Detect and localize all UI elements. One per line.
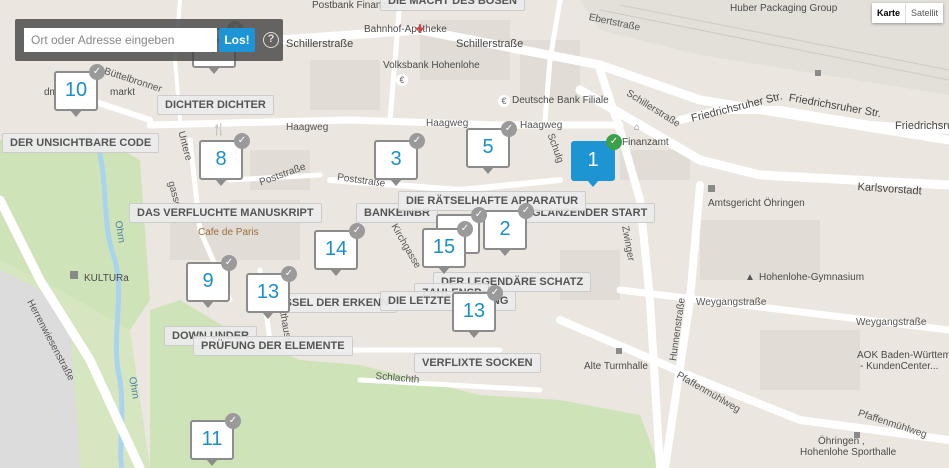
marker-label: 5 — [482, 136, 494, 158]
check-icon: ✓ — [409, 133, 425, 149]
check-icon: ✓ — [221, 255, 237, 271]
marker-label: 10 — [64, 79, 88, 101]
street-schiller: Schillerstraße — [456, 38, 524, 50]
street-haagweg: Haagweg — [426, 118, 469, 129]
marker-13b[interactable]: 13 ✓ — [452, 285, 503, 338]
map-type-karte[interactable]: Karte — [872, 3, 905, 23]
check-icon: ✓ — [457, 221, 473, 237]
street-weygang: Weygangstraße — [856, 317, 927, 328]
marker-3[interactable]: 3 ✓ — [374, 133, 425, 186]
check-icon: ✓ — [281, 266, 297, 282]
check-icon: ✓ — [518, 203, 534, 219]
bank-icon: € — [396, 74, 408, 86]
search-button[interactable]: Los! — [219, 28, 255, 52]
school-icon: ▲ — [745, 272, 755, 283]
marker-label: 3 — [390, 148, 402, 170]
marker-label: 11 — [201, 428, 223, 450]
marker-label: 13 — [462, 300, 486, 322]
marker-14[interactable]: 14 ✓ — [314, 223, 365, 276]
place-gymnasium: Hohenlohe-Gymnasium — [759, 272, 865, 283]
apotheke-icon: ✚ — [415, 22, 426, 36]
marker-label: 15 — [432, 236, 456, 258]
marker-13a[interactable]: 13 ✓ — [246, 266, 297, 319]
place-aok2: - KundenCenter... — [860, 361, 939, 372]
bank-icon: € — [498, 95, 510, 107]
marker-11[interactable]: 11 ✓ — [190, 413, 241, 466]
check-icon: ✓ — [606, 134, 622, 150]
building-icon: ⌂ — [634, 122, 641, 133]
place-finanzamt: Finanzamt — [622, 137, 669, 148]
marker-label: 2 — [499, 218, 511, 240]
caption-elemente[interactable]: PRÜFUNG DER ELEMENTE — [193, 336, 353, 356]
caption-socken[interactable]: VERFLIXTE SOCKEN — [414, 353, 541, 373]
marker-label: 1 — [587, 149, 599, 171]
caption-manuskript[interactable]: DAS VERFLUCHTE MANUSKRIPT — [129, 203, 322, 223]
place-deutsche-bank: Deutsche Bank Filiale — [512, 95, 609, 106]
street-schiller: Schillerstraße — [286, 38, 354, 50]
check-icon: ✓ — [349, 223, 365, 239]
marker-15[interactable]: 15 ✓ — [422, 221, 473, 274]
marker-5[interactable]: 5 ✓ — [466, 121, 517, 174]
marker-8[interactable]: 8 ✓ — [199, 133, 250, 186]
check-icon: ✓ — [501, 121, 517, 137]
place-volksbank: Volksbank Hohenlohe — [383, 60, 480, 71]
marker-label: 14 — [324, 238, 348, 260]
map-type-control: Karte Satellit — [872, 3, 944, 23]
place-alte-turmhalle: Alte Turmhalle — [584, 361, 648, 372]
place-huber: Huber Packaging Group — [730, 3, 838, 14]
search-panel: Los! ? — [15, 19, 283, 61]
place-markt: markt — [110, 87, 135, 98]
marker-label: 13 — [256, 281, 280, 303]
check-icon: ✓ — [225, 413, 241, 429]
caption-apparatur[interactable]: DIE RÄTSELHAFTE APPARATUR — [398, 191, 587, 211]
search-input[interactable] — [24, 28, 217, 52]
street-friedrichsruher: Friedrichsruher Str. — [895, 120, 949, 132]
street-haagweg: Haagweg — [286, 122, 329, 133]
marker-2[interactable]: 2 ✓ — [483, 203, 534, 256]
marker-label: 9 — [202, 270, 214, 292]
street-weygang: Weygangstraße — [696, 297, 767, 308]
marker-10[interactable]: 10 ✓ — [54, 64, 105, 117]
marker-1[interactable]: 1 ✓ — [571, 134, 622, 187]
check-icon: ✓ — [234, 133, 250, 149]
caption-code[interactable]: DER UNSICHTBARE CODE — [2, 133, 160, 153]
place-cafe: Cafe de Paris — [198, 227, 259, 238]
place-apotheke: Bahnhof-Apotheke — [364, 24, 447, 35]
place-kultura: KULTURa — [84, 273, 129, 284]
check-icon: ✓ — [89, 64, 105, 80]
place-amtsgericht: Amtsgericht Öhringen — [708, 198, 805, 209]
check-icon: ✓ — [487, 285, 503, 301]
street-haagweg: Haagweg — [520, 120, 563, 131]
marker-label: 8 — [215, 148, 227, 170]
place-aok: AOK Baden-Württember — [857, 350, 949, 361]
restaurant-icon: 🍴 — [212, 124, 226, 136]
caption-top[interactable]: DIE MACHT DES BÖSEN — [380, 0, 525, 11]
map-type-satellit[interactable]: Satellit — [905, 3, 943, 23]
marker-9[interactable]: 9 ✓ — [186, 255, 237, 308]
check-icon: ✓ — [471, 207, 487, 223]
place-sporthalle: Öhringen , — [818, 436, 865, 447]
help-icon[interactable]: ? — [263, 32, 279, 48]
place-sporthalle2: Hohenlohe Sporthalle — [800, 447, 897, 458]
caption-dichter[interactable]: DICHTER DICHTER — [157, 95, 274, 115]
